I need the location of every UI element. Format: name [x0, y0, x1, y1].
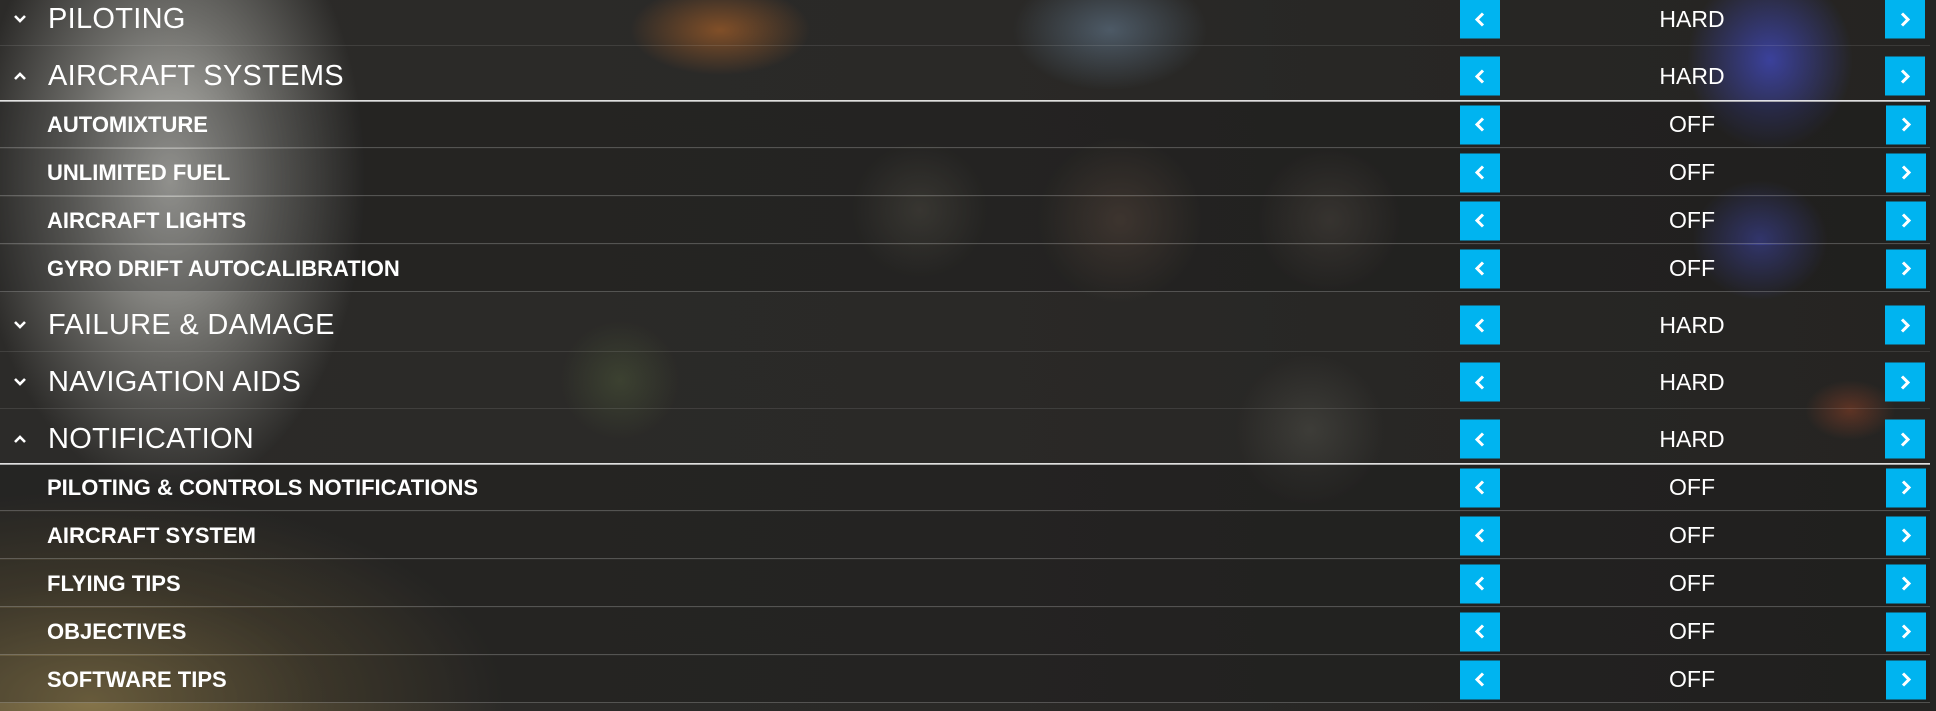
option-value: OFF [1669, 474, 1715, 500]
chevron-up-icon[interactable] [10, 66, 30, 86]
option-value: OFF [1669, 666, 1715, 692]
previous-option-button[interactable] [1460, 516, 1500, 555]
section-navigation-aids[interactable]: NAVIGATION AIDS HARD [0, 355, 1930, 409]
option-value: HARD [1659, 425, 1725, 452]
previous-option-button[interactable] [1460, 362, 1500, 402]
previous-option-button[interactable] [1460, 201, 1500, 240]
option-gyro-drift-autocalibration[interactable]: GYRO DRIFT AUTOCALIBRATION OFF [0, 245, 1930, 292]
section-failure-and-damage[interactable]: FAILURE & DAMAGE HARD [0, 298, 1930, 352]
next-option-button[interactable] [1886, 249, 1926, 288]
option-value: OFF [1669, 570, 1715, 596]
option-aircraft-system[interactable]: AIRCRAFT SYSTEM OFF [0, 512, 1930, 559]
next-option-button[interactable] [1886, 153, 1926, 192]
next-option-button[interactable] [1886, 468, 1926, 507]
section-notification[interactable]: NOTIFICATION HARD [0, 412, 1930, 466]
next-option-button[interactable] [1885, 362, 1925, 402]
option-value: OFF [1669, 159, 1715, 185]
option-objectives[interactable]: OBJECTIVES OFF [0, 608, 1930, 655]
option-value: HARD [1659, 62, 1725, 89]
option-label: PILOTING & CONTROLS NOTIFICATIONS [47, 474, 479, 500]
option-piloting-controls-notifications[interactable]: PILOTING & CONTROLS NOTIFICATIONS OFF [0, 464, 1930, 511]
next-option-button[interactable] [1886, 564, 1926, 603]
previous-option-button[interactable] [1460, 419, 1500, 459]
option-software-tips[interactable]: SOFTWARE TIPS OFF [0, 656, 1930, 703]
previous-option-button[interactable] [1460, 249, 1500, 288]
next-option-button[interactable] [1886, 612, 1926, 651]
next-option-button[interactable] [1886, 660, 1926, 699]
option-label: GYRO DRIFT AUTOCALIBRATION [47, 255, 400, 281]
option-value: HARD [1659, 5, 1725, 32]
next-option-button[interactable] [1885, 56, 1925, 96]
option-label: AIRCRAFT SYSTEM [47, 522, 256, 548]
option-flying-tips[interactable]: FLYING TIPS OFF [0, 560, 1930, 607]
option-value: OFF [1669, 618, 1715, 644]
next-option-button[interactable] [1886, 516, 1926, 555]
next-option-button[interactable] [1885, 419, 1925, 459]
section-label: AIRCRAFT SYSTEMS [48, 59, 344, 92]
chevron-up-icon[interactable] [10, 429, 30, 449]
previous-option-button[interactable] [1460, 105, 1500, 144]
option-unlimited-fuel[interactable]: UNLIMITED FUEL OFF [0, 149, 1930, 196]
option-value: OFF [1669, 522, 1715, 548]
option-value: OFF [1669, 111, 1715, 137]
previous-option-button[interactable] [1460, 612, 1500, 651]
option-label: UNLIMITED FUEL [47, 159, 231, 185]
assistance-options-list: PILOTING HARD AIRCRAFT SYSTEMS HARD AUTO… [0, 0, 1936, 711]
previous-option-button[interactable] [1460, 305, 1500, 345]
option-value: OFF [1669, 207, 1715, 233]
chevron-down-icon[interactable] [10, 315, 30, 335]
chevron-down-icon[interactable] [10, 9, 30, 29]
previous-option-button[interactable] [1460, 564, 1500, 603]
section-piloting[interactable]: PILOTING HARD [0, 0, 1930, 46]
next-option-button[interactable] [1885, 0, 1925, 39]
next-option-button[interactable] [1886, 105, 1926, 144]
section-label: NAVIGATION AIDS [48, 365, 302, 398]
next-option-button[interactable] [1885, 305, 1925, 345]
section-label: PILOTING [48, 2, 186, 35]
option-label: AUTOMIXTURE [47, 111, 208, 137]
chevron-down-icon[interactable] [10, 372, 30, 392]
option-value: OFF [1669, 255, 1715, 281]
next-option-button[interactable] [1886, 201, 1926, 240]
section-label: FAILURE & DAMAGE [48, 308, 335, 341]
previous-option-button[interactable] [1460, 660, 1500, 699]
option-automixture[interactable]: AUTOMIXTURE OFF [0, 101, 1930, 148]
option-label: OBJECTIVES [47, 618, 187, 644]
option-label: FLYING TIPS [47, 570, 181, 596]
previous-option-button[interactable] [1460, 0, 1500, 39]
option-aircraft-lights[interactable]: AIRCRAFT LIGHTS OFF [0, 197, 1930, 244]
previous-option-button[interactable] [1460, 153, 1500, 192]
section-aircraft-systems[interactable]: AIRCRAFT SYSTEMS HARD [0, 49, 1930, 103]
option-value: HARD [1659, 311, 1725, 338]
previous-option-button[interactable] [1460, 56, 1500, 96]
option-value: HARD [1659, 368, 1725, 395]
option-label: AIRCRAFT LIGHTS [47, 207, 247, 233]
section-label: NOTIFICATION [48, 422, 255, 455]
previous-option-button[interactable] [1460, 468, 1500, 507]
option-label: SOFTWARE TIPS [47, 666, 227, 692]
